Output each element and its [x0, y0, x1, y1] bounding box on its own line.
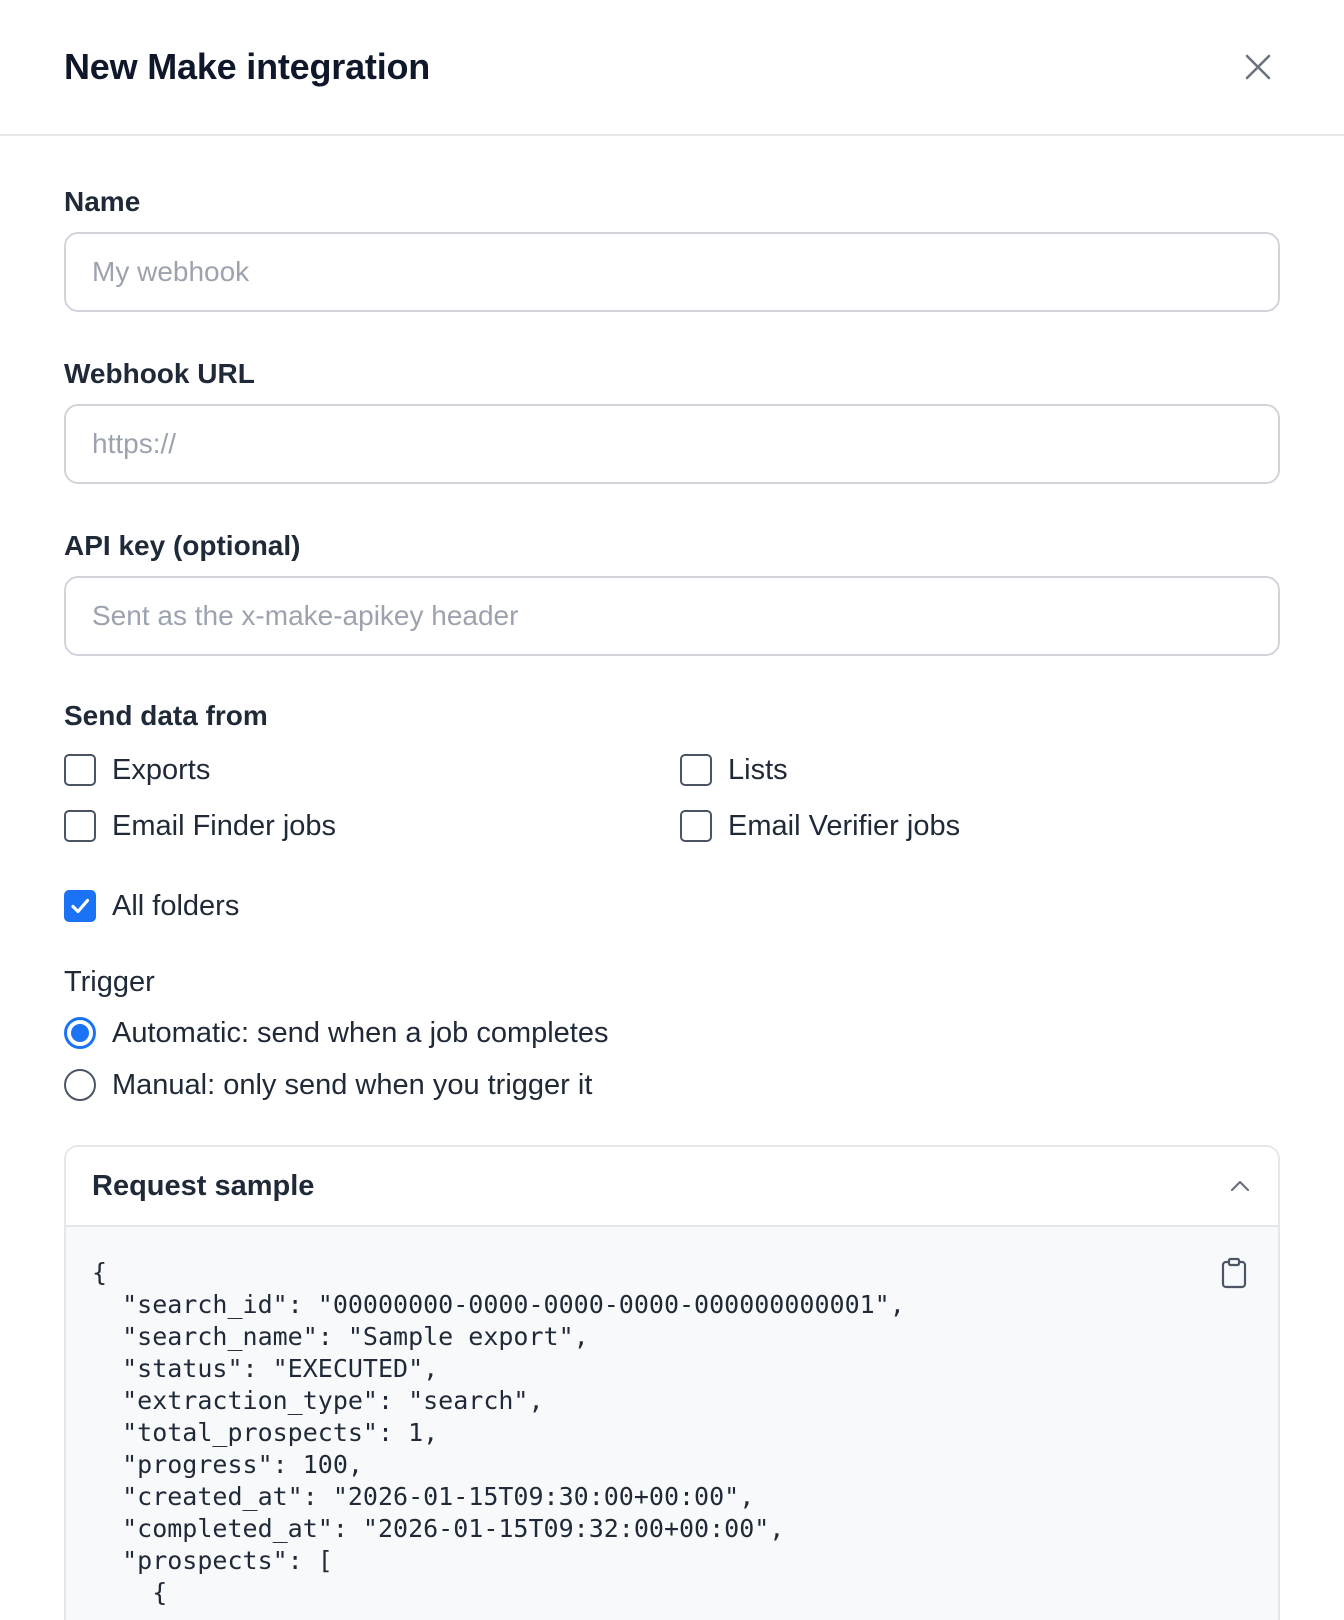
all-folders-checkbox[interactable]	[64, 890, 96, 922]
name-input[interactable]	[64, 232, 1280, 312]
trigger-section: Trigger Automatic: send when a job compl…	[64, 968, 1280, 1103]
trigger-option-automatic[interactable]: Automatic: send when a job completes	[64, 1015, 1280, 1051]
trigger-label: Trigger	[64, 966, 155, 998]
api-key-label: API key (optional)	[64, 530, 301, 561]
email-finder-jobs-label: Email Finder jobs	[112, 809, 337, 842]
api-key-field: API key (optional)	[64, 532, 1280, 656]
webhook-url-label: Webhook URL	[64, 358, 255, 389]
manual-radio[interactable]	[64, 1069, 96, 1101]
webhook-url-field: Webhook URL	[64, 360, 1280, 484]
email-verifier-jobs-checkbox[interactable]	[680, 810, 712, 842]
source-option-exports[interactable]: Exports	[64, 752, 680, 788]
integration-modal: New Make integration Name Webhook URL AP…	[0, 0, 1344, 1620]
send-data-from-label: Send data from	[64, 700, 268, 731]
request-sample-header[interactable]: Request sample	[66, 1147, 1278, 1227]
lists-label: Lists	[728, 753, 788, 786]
automatic-radio[interactable]	[64, 1017, 96, 1049]
source-option-email-finder-jobs[interactable]: Email Finder jobs	[64, 808, 680, 844]
webhook-url-input[interactable]	[64, 404, 1280, 484]
manual-label: Manual: only send when you trigger it	[112, 1068, 593, 1101]
modal-body: Name Webhook URL API key (optional) Send…	[0, 136, 1344, 1620]
source-option-email-verifier-jobs[interactable]: Email Verifier jobs	[680, 808, 1280, 844]
trigger-option-manual[interactable]: Manual: only send when you trigger it	[64, 1067, 1280, 1103]
all-folders-option[interactable]: All folders	[64, 888, 1280, 924]
email-finder-jobs-checkbox[interactable]	[64, 810, 96, 842]
source-option-lists[interactable]: Lists	[680, 752, 1280, 788]
close-button[interactable]	[1238, 47, 1278, 87]
all-folders-label: All folders	[112, 889, 240, 922]
name-label: Name	[64, 186, 141, 217]
exports-checkbox[interactable]	[64, 754, 96, 786]
modal-title: New Make integration	[64, 46, 431, 87]
api-key-input[interactable]	[64, 576, 1280, 656]
request-sample-code: { "search_id": "00000000-0000-0000-0000-…	[92, 1258, 905, 1607]
automatic-label: Automatic: send when a job completes	[112, 1016, 609, 1049]
request-sample-panel: Request sample { "search_id": "00000000-…	[64, 1145, 1280, 1620]
checkmark-icon	[71, 898, 90, 914]
source-checkbox-grid: Exports Lists Email Finder jobs Email Ve…	[64, 752, 1280, 844]
request-sample-body: { "search_id": "00000000-0000-0000-0000-…	[66, 1227, 1278, 1620]
exports-label: Exports	[112, 753, 211, 786]
clipboard-icon[interactable]	[1220, 1257, 1248, 1289]
name-field: Name	[64, 188, 1280, 312]
close-icon	[1245, 54, 1271, 80]
modal-header: New Make integration	[0, 0, 1344, 136]
lists-checkbox[interactable]	[680, 754, 712, 786]
request-sample-title: Request sample	[92, 1169, 315, 1202]
trigger-radio-group: Automatic: send when a job completes Man…	[64, 1015, 1280, 1103]
send-data-from-section: Send data from Exports Lists Email Finde…	[64, 702, 1280, 924]
email-verifier-jobs-label: Email Verifier jobs	[728, 809, 961, 842]
chevron-up-icon[interactable]	[1230, 1180, 1250, 1192]
